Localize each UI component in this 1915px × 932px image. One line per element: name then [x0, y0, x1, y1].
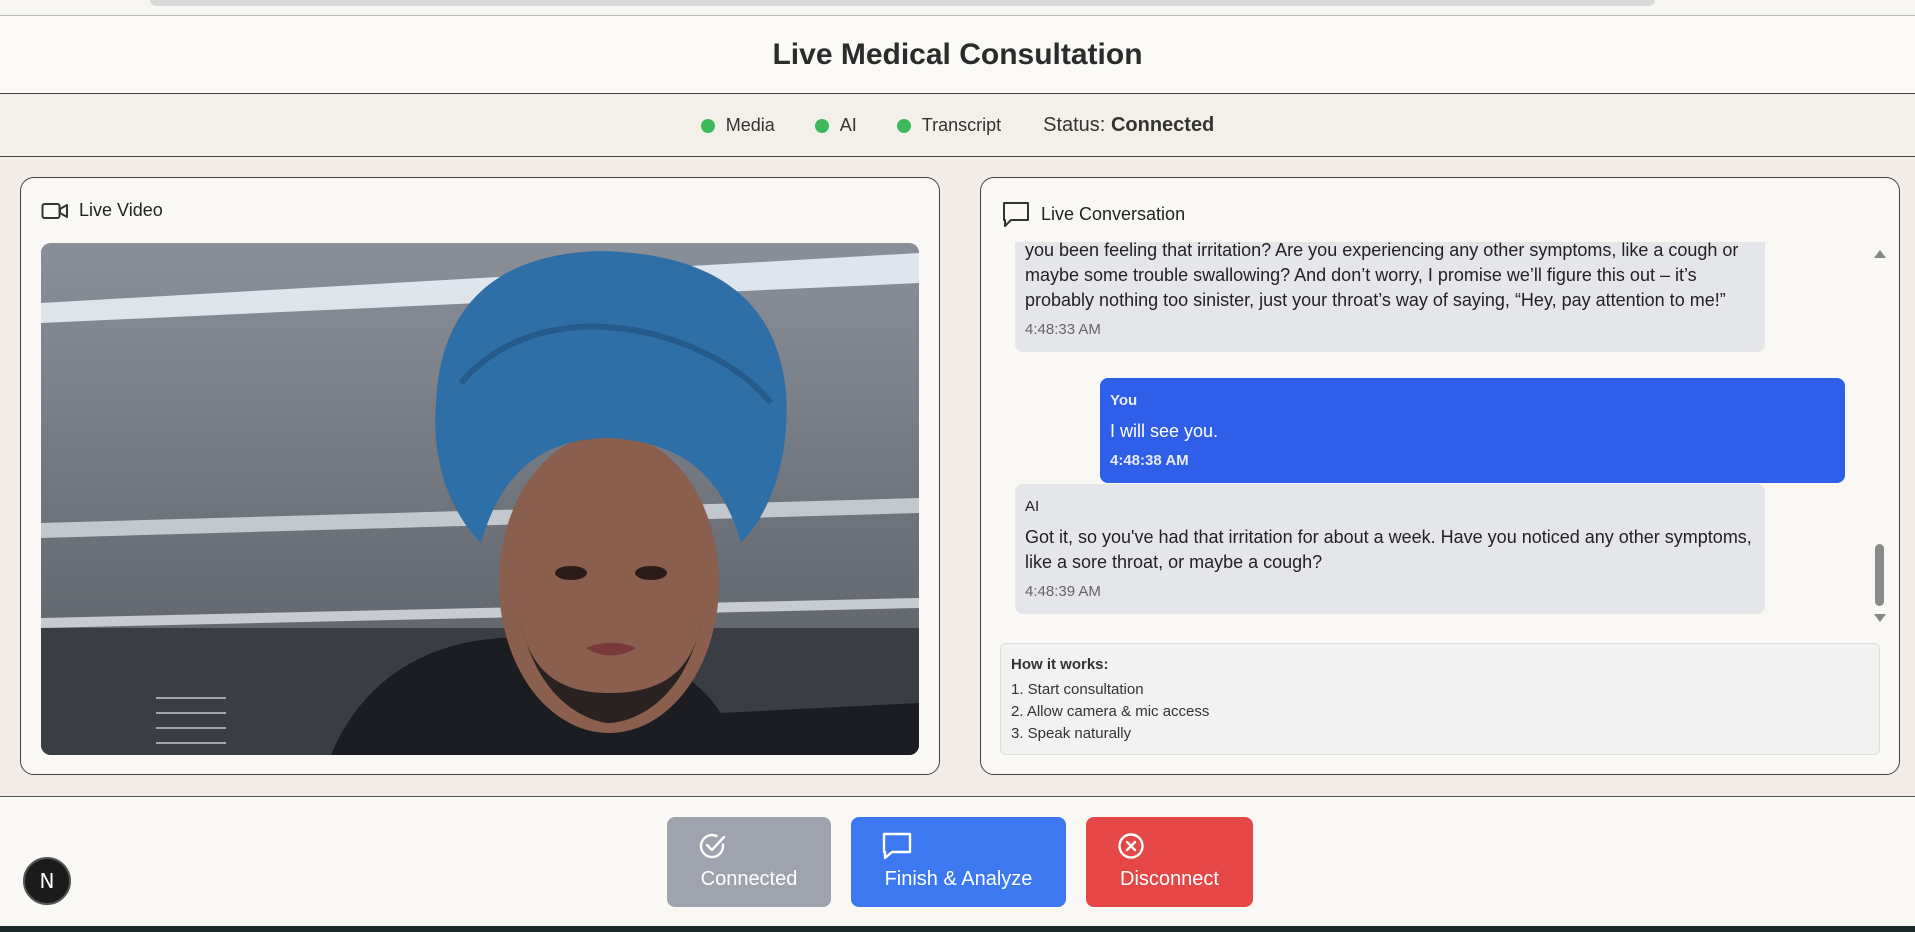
- scroll-down-arrow-icon[interactable]: [1874, 614, 1886, 622]
- address-bar-edge: [150, 0, 1655, 6]
- live-video-feed: [41, 243, 919, 755]
- page-header: Live Medical Consultation: [0, 16, 1915, 94]
- video-frame: [41, 243, 919, 755]
- conversation-panel-label: Live Conversation: [1041, 203, 1186, 224]
- chat-message-user: You I will see you. 4:48:38 AM: [1100, 378, 1845, 483]
- disconnect-button[interactable]: Disconnect: [1086, 817, 1253, 907]
- message-time: 4:48:39 AM: [1025, 583, 1101, 600]
- bottom-strip: [0, 926, 1915, 932]
- finish-analyze-button-label: Finish & Analyze: [884, 868, 1033, 890]
- logo-letter: N: [39, 869, 55, 893]
- how-it-works-step: 1. Start consultation: [1011, 681, 1144, 698]
- message-list[interactable]: you been feeling that irritation? Are yo…: [999, 242, 1861, 624]
- ai-indicator-label: AI: [839, 115, 857, 135]
- chat-message-ai: AI Got it, so you've had that irritation…: [1015, 484, 1765, 614]
- message-text: you been feeling that irritation? Are yo…: [1025, 242, 1739, 310]
- how-it-works-step: 3. Speak naturally: [1011, 725, 1132, 742]
- finish-analyze-button[interactable]: Finish & Analyze: [851, 817, 1066, 907]
- video-panel: Live Video: [20, 177, 940, 775]
- video-camera-icon: [41, 202, 68, 219]
- scrollbar-thumb[interactable]: [1875, 544, 1884, 606]
- app-logo-button[interactable]: N: [23, 857, 71, 905]
- scroll-up-arrow-icon[interactable]: [1874, 250, 1886, 258]
- status-dot-icon: [896, 118, 911, 133]
- how-it-works-step: 2. Allow camera & mic access: [1011, 703, 1210, 720]
- ai-indicator: AI: [814, 115, 857, 136]
- message-sender: You: [1110, 392, 1138, 409]
- disconnect-button-label: Disconnect: [1120, 868, 1219, 890]
- status-dot-icon: [814, 118, 829, 133]
- connected-button[interactable]: Connected: [667, 817, 831, 907]
- action-footer: Connected Finish & Analyze Disconnect: [0, 796, 1915, 926]
- message-text: I will see you.: [1110, 421, 1219, 441]
- media-indicator: Media: [700, 115, 775, 136]
- message-time: 4:48:38 AM: [1110, 452, 1189, 469]
- how-it-works-box: How it works: 1. Start consultation 2. A…: [1000, 643, 1880, 755]
- conversation-panel-title: Live Conversation: [1001, 200, 1185, 228]
- how-it-works-steps: 1. Start consultation 2. Allow camera & …: [1011, 679, 1869, 745]
- transcript-indicator-label: Transcript: [921, 115, 1002, 135]
- connection-status: Status: Connected: [1043, 114, 1214, 137]
- x-circle-icon: [1118, 833, 1144, 859]
- message-text: Got it, so you've had that irritation fo…: [1025, 527, 1752, 572]
- status-label: Status:: [1043, 114, 1106, 136]
- video-panel-title: Live Video: [41, 200, 163, 221]
- chat-bubble-icon: [1003, 202, 1029, 227]
- chat-message-ai: you been feeling that irritation? Are yo…: [1015, 242, 1765, 352]
- transcript-indicator: Transcript: [896, 115, 1002, 136]
- video-panel-label: Live Video: [79, 200, 163, 220]
- conversation-panel: Live Conversation you been feeling that …: [980, 177, 1900, 775]
- chat-bubble-icon: [882, 832, 912, 860]
- chat-scrollbar[interactable]: [1873, 244, 1887, 624]
- browser-top-strip: [0, 0, 1915, 16]
- check-circle-icon: [699, 833, 726, 859]
- media-indicator-label: Media: [725, 115, 775, 135]
- connected-button-label: Connected: [700, 868, 798, 890]
- status-value: Connected: [1110, 114, 1215, 136]
- how-it-works-title: How it works:: [1011, 656, 1109, 673]
- page-title: Live Medical Consultation: [772, 37, 1143, 71]
- status-bar: Media AI Transcript Status: Connected: [0, 95, 1915, 157]
- message-sender: AI: [1025, 498, 1040, 515]
- status-dot-icon: [700, 118, 715, 133]
- message-time: 4:48:33 AM: [1025, 321, 1101, 338]
